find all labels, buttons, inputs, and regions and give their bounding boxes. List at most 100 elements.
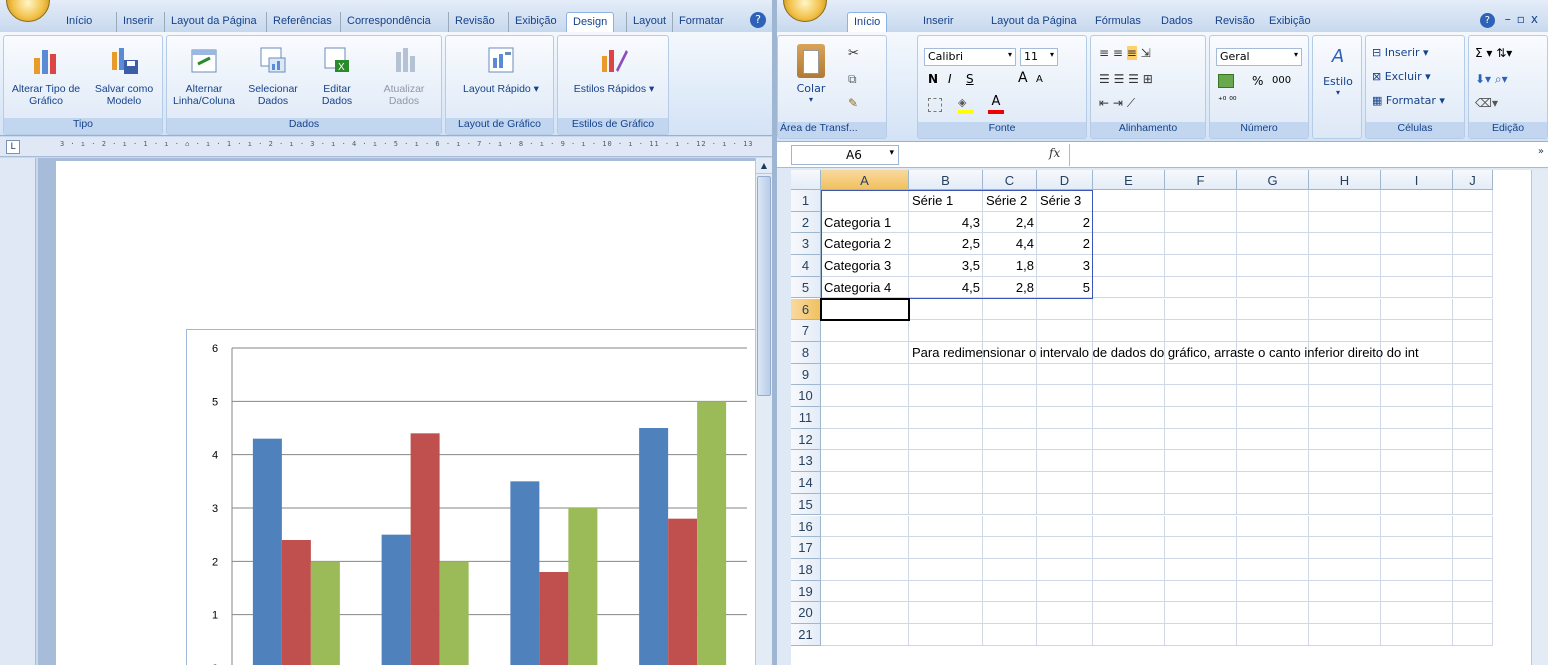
cell[interactable] bbox=[821, 428, 909, 451]
cell[interactable] bbox=[909, 385, 983, 407]
cell[interactable] bbox=[1453, 233, 1493, 256]
cell[interactable] bbox=[1381, 580, 1453, 603]
bar-s-rie-3-4[interactable] bbox=[697, 401, 727, 665]
word-tab-correspond-ncia[interactable]: Correspondência bbox=[340, 12, 437, 32]
cell[interactable] bbox=[1381, 493, 1453, 516]
cell[interactable] bbox=[1381, 233, 1453, 256]
cell[interactable] bbox=[983, 428, 1037, 451]
cell[interactable] bbox=[1309, 450, 1381, 473]
cell[interactable] bbox=[1165, 472, 1237, 494]
select-all-corner[interactable] bbox=[791, 170, 821, 190]
category-cell[interactable]: Categoria 4 bbox=[821, 277, 909, 299]
row-header-2[interactable]: 2 bbox=[791, 211, 821, 234]
cell[interactable] bbox=[1093, 493, 1165, 516]
column-header-a[interactable]: A bbox=[821, 170, 909, 190]
column-header-f[interactable]: F bbox=[1165, 170, 1237, 190]
table-header-cell[interactable]: Série 1 bbox=[909, 190, 983, 212]
excel-tab-inserir[interactable]: Inserir bbox=[917, 12, 960, 32]
cell[interactable] bbox=[821, 537, 909, 559]
cell[interactable] bbox=[821, 320, 909, 342]
row-header-13[interactable]: 13 bbox=[791, 450, 821, 473]
excel-tab-exibi-o[interactable]: Exibição bbox=[1263, 12, 1317, 32]
align-top-icon[interactable]: ≡ ≡ ≡ ⇲ bbox=[1099, 46, 1151, 60]
column-header-i[interactable]: I bbox=[1381, 170, 1453, 190]
cell[interactable] bbox=[983, 472, 1037, 494]
cell[interactable] bbox=[1037, 580, 1093, 603]
row-header-21[interactable]: 21 bbox=[791, 624, 821, 646]
cell[interactable] bbox=[1237, 385, 1309, 407]
cell[interactable] bbox=[1381, 558, 1453, 581]
value-cell[interactable]: 2,8 bbox=[983, 277, 1037, 299]
category-cell[interactable]: Categoria 1 bbox=[821, 212, 909, 234]
cell[interactable] bbox=[983, 385, 1037, 407]
excel-tab-f-rmulas[interactable]: Fórmulas bbox=[1089, 12, 1147, 32]
cell[interactable] bbox=[1381, 450, 1453, 473]
cell[interactable] bbox=[1165, 493, 1237, 516]
cell[interactable] bbox=[1237, 580, 1309, 603]
table-header-cell[interactable]: Série 3 bbox=[1037, 190, 1093, 212]
format-painter-icon[interactable]: ✎ bbox=[848, 96, 858, 110]
word-vertical-scrollbar[interactable]: ▲ bbox=[755, 158, 772, 665]
word-tab-refer-ncias[interactable]: Referências bbox=[266, 12, 338, 32]
cell[interactable] bbox=[821, 472, 909, 494]
tab-selector-icon[interactable]: L bbox=[6, 140, 20, 154]
cell[interactable] bbox=[1165, 211, 1237, 234]
cell[interactable] bbox=[1237, 211, 1309, 234]
cell[interactable] bbox=[1453, 493, 1493, 516]
cell[interactable] bbox=[1309, 580, 1381, 603]
category-cell[interactable]: Categoria 2 bbox=[821, 233, 909, 255]
cell[interactable] bbox=[821, 385, 909, 407]
cell[interactable] bbox=[821, 580, 909, 603]
value-cell[interactable]: 3,5 bbox=[909, 255, 983, 277]
cell[interactable] bbox=[1165, 320, 1237, 342]
close-icon[interactable]: x bbox=[1531, 12, 1544, 26]
italic-button[interactable]: I bbox=[948, 72, 952, 86]
value-cell[interactable]: 2 bbox=[1037, 233, 1093, 255]
cell[interactable] bbox=[1165, 580, 1237, 603]
underline-button[interactable]: S bbox=[966, 72, 974, 86]
row-header-9[interactable]: 9 bbox=[791, 363, 821, 386]
clustered-column-chart[interactable]: 0123456 bbox=[187, 330, 767, 665]
cell[interactable] bbox=[1237, 450, 1309, 473]
cell[interactable] bbox=[1381, 211, 1453, 234]
cell[interactable] bbox=[1165, 233, 1237, 256]
fx-icon[interactable]: fx bbox=[1049, 146, 1060, 160]
bar-s-rie-3-2[interactable] bbox=[439, 561, 469, 665]
cell[interactable] bbox=[1093, 298, 1165, 321]
bar-s-rie-1-1[interactable] bbox=[252, 438, 282, 665]
horizontal-ruler[interactable]: L 3 · ı · 2 · ı · 1 · ı · ⌂ · ı · 1 · ı … bbox=[0, 137, 772, 157]
cell[interactable] bbox=[1453, 255, 1493, 277]
cell[interactable] bbox=[1165, 624, 1237, 646]
cell[interactable] bbox=[1093, 624, 1165, 646]
cell[interactable] bbox=[821, 493, 909, 516]
cell[interactable] bbox=[1309, 385, 1381, 407]
cell[interactable] bbox=[1165, 363, 1237, 386]
borders-icon[interactable] bbox=[928, 98, 942, 112]
cell[interactable] bbox=[1093, 320, 1165, 342]
cell[interactable] bbox=[1093, 407, 1165, 429]
currency-icon[interactable] bbox=[1218, 74, 1234, 88]
cell[interactable] bbox=[821, 602, 909, 624]
cell[interactable] bbox=[1309, 624, 1381, 646]
cell[interactable] bbox=[1037, 320, 1093, 342]
cell[interactable] bbox=[1309, 472, 1381, 494]
cell[interactable] bbox=[1453, 276, 1493, 299]
cell[interactable] bbox=[1093, 385, 1165, 407]
row-header-15[interactable]: 15 bbox=[791, 493, 821, 516]
cell[interactable] bbox=[1093, 580, 1165, 603]
table-header-cell[interactable]: Série 2 bbox=[983, 190, 1037, 212]
number-format-select[interactable]: Geral ▾ bbox=[1216, 48, 1302, 66]
indent-icon[interactable]: ⇤ ⇥ ⟋ bbox=[1099, 96, 1135, 111]
value-cell[interactable]: 3 bbox=[1037, 255, 1093, 277]
cell[interactable] bbox=[821, 558, 909, 581]
cell[interactable] bbox=[1165, 298, 1237, 321]
cell[interactable] bbox=[1165, 602, 1237, 624]
clear-icon[interactable]: ⌫▾ bbox=[1475, 96, 1498, 110]
row-header-17[interactable]: 17 bbox=[791, 537, 821, 559]
cell[interactable] bbox=[909, 493, 983, 516]
column-header-g[interactable]: G bbox=[1237, 170, 1309, 190]
help-icon[interactable]: ? bbox=[750, 12, 766, 28]
cell[interactable] bbox=[983, 580, 1037, 603]
cell[interactable] bbox=[1381, 472, 1453, 494]
column-header-c[interactable]: C bbox=[983, 170, 1037, 190]
